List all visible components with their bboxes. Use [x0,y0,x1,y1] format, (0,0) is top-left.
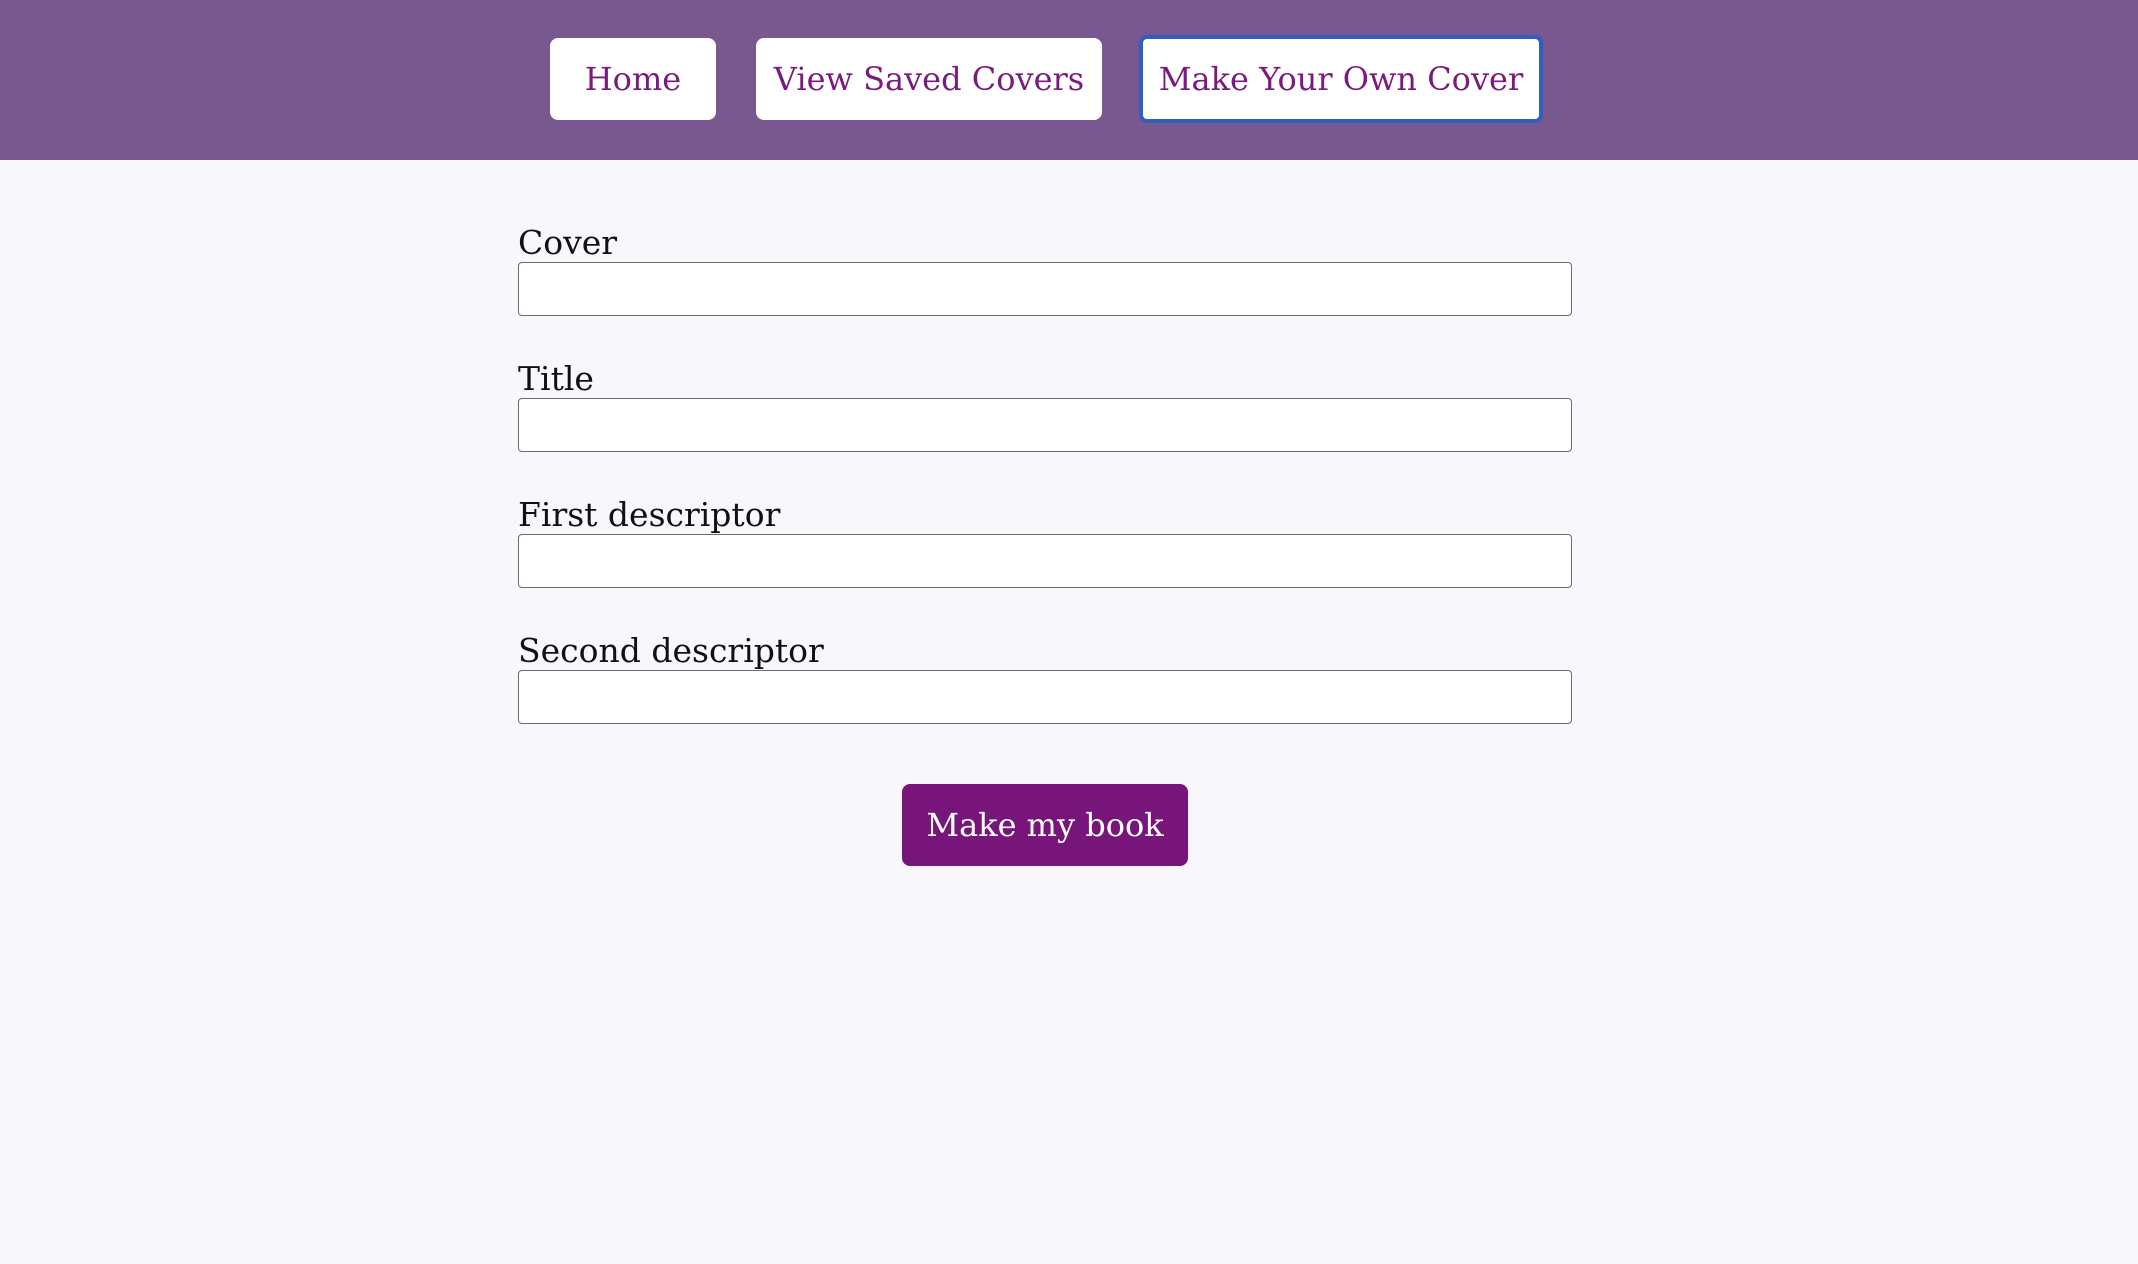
title-input[interactable] [518,398,1572,452]
home-button[interactable]: Home [550,38,716,120]
make-my-book-button[interactable]: Make my book [902,784,1188,866]
second-descriptor-input[interactable] [518,670,1572,724]
first-descriptor-field-label: First descriptor [518,495,781,534]
second-descriptor-field-label: Second descriptor [518,631,824,670]
make-your-own-cover-button[interactable]: Make Your Own Cover [1139,35,1543,123]
first-descriptor-input[interactable] [518,534,1572,588]
title-field-label: Title [518,359,594,398]
top-navigation-bar: Home View Saved Covers Make Your Own Cov… [0,0,2138,160]
view-saved-covers-button[interactable]: View Saved Covers [756,38,1102,120]
cover-input[interactable] [518,262,1572,316]
cover-field-label: Cover [518,223,618,262]
